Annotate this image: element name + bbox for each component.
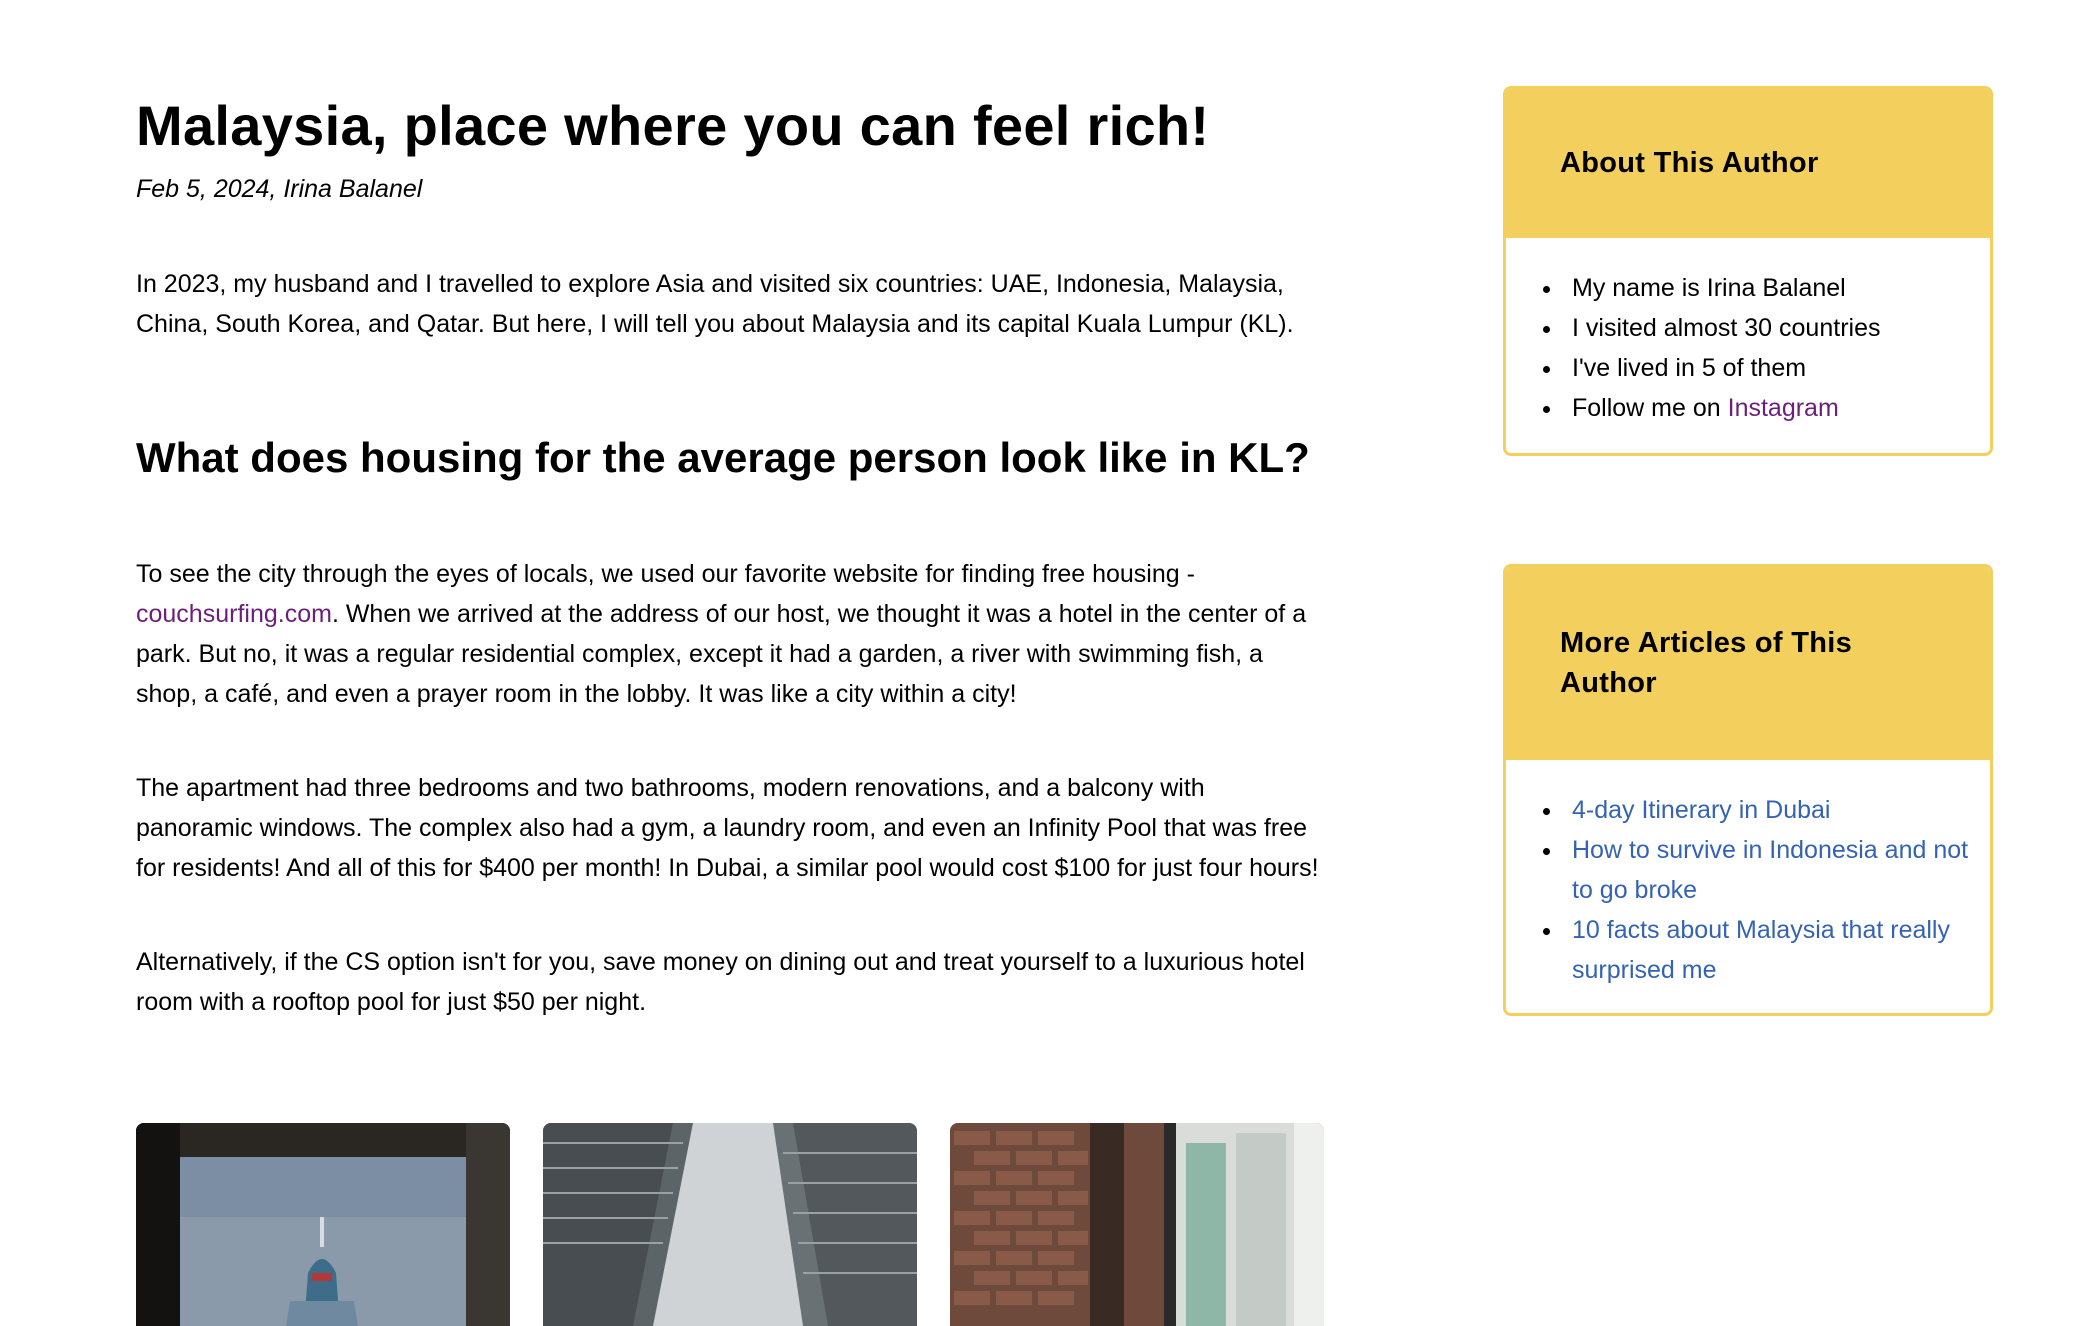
article-intro: In 2023, my husband and I travelled to e…: [136, 270, 1294, 338]
article-link-dubai-itinerary[interactable]: 4-day Itinerary in Dubai: [1572, 796, 1830, 824]
list-item: I've lived in 5 of them: [1564, 348, 1990, 388]
photo-kl-tower-image: [136, 1123, 510, 1326]
more-articles-list: 4-day Itinerary in Dubai How to survive …: [1506, 760, 1990, 990]
article-title: Malaysia, place where you can feel rich!: [136, 94, 1210, 157]
article-link-malaysia-facts[interactable]: 10 facts about Malaysia that really surp…: [1572, 916, 1950, 984]
about-author-box: About This Author My name is Irina Balan…: [1503, 86, 1993, 456]
list-item: 10 facts about Malaysia that really surp…: [1564, 910, 1990, 990]
article: Malaysia, place where you can feel rich!…: [136, 90, 1326, 1022]
list-item: 4-day Itinerary in Dubai: [1564, 790, 1990, 830]
list-item-follow: Follow me on Instagram: [1564, 388, 1990, 428]
photo-brick-window-image: [950, 1123, 1324, 1326]
section-heading: What does housing for the average person…: [136, 434, 1310, 481]
list-item: My name is Irina Balanel: [1564, 268, 1990, 308]
list-item: How to survive in Indonesia and not to g…: [1564, 830, 1990, 910]
page: Malaysia, place where you can feel rich!…: [0, 0, 2092, 1326]
article-link-indonesia[interactable]: How to survive in Indonesia and not to g…: [1572, 836, 1968, 904]
photo-brick-window[interactable]: [950, 1123, 1324, 1326]
about-author-heading: About This Author: [1506, 89, 1990, 238]
instagram-link[interactable]: Instagram: [1728, 394, 1839, 422]
article-byline: Feb 5, 2024, Irina Balanel: [136, 175, 423, 203]
couchsurfing-link[interactable]: couchsurfing.com: [136, 600, 332, 628]
list-item: I visited almost 30 countries: [1564, 308, 1990, 348]
follow-prefix: Follow me on: [1572, 394, 1728, 422]
photo-towers-looking-up[interactable]: [543, 1123, 917, 1326]
article-paragraph-housing: To see the city through the eyes of loca…: [136, 554, 1326, 714]
more-articles-heading: More Articles of This Author: [1506, 567, 1990, 760]
photo-gallery: [136, 1123, 1324, 1326]
article-paragraph-alternative: Alternatively, if the CS option isn't fo…: [136, 948, 1305, 1016]
more-articles-box: More Articles of This Author 4-day Itine…: [1503, 564, 1993, 1016]
photo-towers-image: [543, 1123, 917, 1326]
photo-kl-tower-view[interactable]: [136, 1123, 510, 1326]
paragraph-text: To see the city through the eyes of loca…: [136, 560, 1195, 588]
article-paragraph-apartment: The apartment had three bedrooms and two…: [136, 774, 1319, 882]
about-author-list: My name is Irina Balanel I visited almos…: [1506, 238, 1990, 428]
